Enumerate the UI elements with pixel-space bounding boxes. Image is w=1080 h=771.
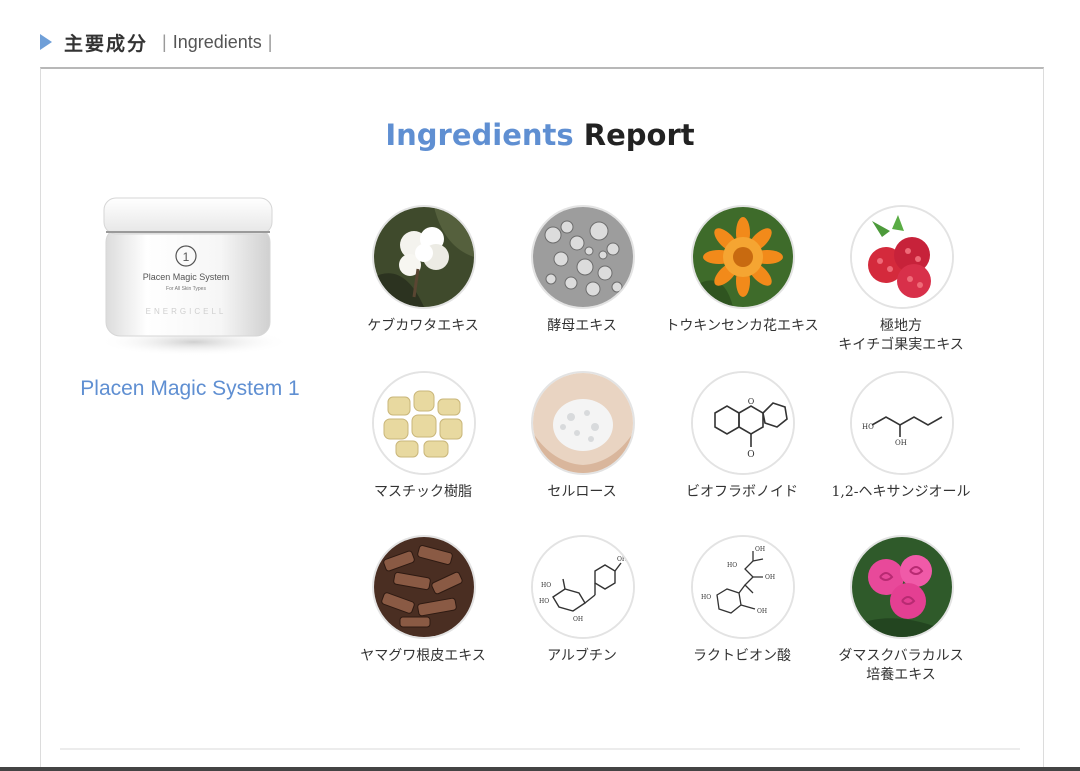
ingredient-item: ヤマグワ根皮エキス	[338, 535, 508, 685]
svg-text:HO: HO	[539, 598, 549, 605]
ingredient-item: HO HO OH OH アルブチン	[497, 535, 667, 685]
title-separator: |	[162, 31, 167, 52]
hexanediol-structure-icon: HO OH	[850, 371, 954, 475]
section-header: 主要成分 | Ingredients |	[40, 26, 278, 58]
svg-text:OH: OH	[765, 574, 775, 581]
svg-text:OH: OH	[757, 608, 767, 615]
ingredient-label: 極地方 キイチゴ果実エキス	[838, 318, 964, 353]
bioflavonoid-structure-icon: O O	[691, 371, 795, 475]
ingredient-label: ダマスクバラカルス 培養エキス	[838, 648, 964, 683]
cellulose-image	[531, 371, 635, 475]
svg-text:HO: HO	[727, 562, 737, 569]
report-title-accent: Ingredients	[385, 118, 574, 152]
section-title: 主要成分	[64, 32, 149, 55]
bottom-bar	[0, 767, 1080, 771]
cotton-image	[372, 205, 476, 309]
svg-text:OH: OH	[573, 616, 583, 623]
ingredient-item: O O ビオフラボノイド	[657, 371, 827, 521]
bottom-divider	[60, 748, 1020, 750]
ingredient-item: マスチック樹脂	[338, 371, 508, 521]
ingredient-item: HO OH 1,2-ヘキサンジオール	[816, 371, 986, 521]
svg-text:HO: HO	[701, 594, 711, 601]
arbutin-structure-icon: HO HO OH OH	[531, 535, 635, 639]
jar-number: 1	[183, 250, 190, 264]
calendula-image	[691, 205, 795, 309]
svg-text:OH: OH	[895, 439, 907, 447]
report-title-rest: Report	[583, 118, 695, 152]
product-name: Placen Magic System 1	[80, 377, 300, 400]
ingredient-item: トウキンセンカ花エキス	[657, 205, 827, 355]
section-subtitle: Ingredients	[172, 31, 262, 52]
svg-text:OH: OH	[755, 546, 765, 553]
svg-text:HO: HO	[541, 582, 551, 589]
title-separator-end: |	[267, 31, 273, 52]
ingredient-item: ケブカワタエキス	[338, 205, 508, 355]
svg-text:OH: OH	[617, 556, 627, 563]
svg-text:O: O	[747, 450, 754, 460]
ingredient-label: 1,2-ヘキサンジオール	[831, 484, 971, 500]
ingredient-item: OH HO OH HO OH ラクトビオン酸	[657, 535, 827, 685]
mastic-resin-image	[372, 371, 476, 475]
jar-brand: ENERGICELL	[146, 307, 227, 316]
svg-text:HO: HO	[862, 423, 874, 431]
report-title: Ingredients Report	[0, 118, 1080, 152]
jar-sublabel: For All Skin Types	[166, 286, 206, 292]
triangle-bullet-icon	[40, 34, 52, 50]
mulberry-bark-image	[372, 535, 476, 639]
ingredient-item: 極地方 キイチゴ果実エキス	[816, 205, 986, 355]
damask-rose-image	[850, 535, 954, 639]
ingredient-item: ダマスクバラカルス 培養エキス	[816, 535, 986, 685]
svg-text:O: O	[748, 397, 755, 406]
yeast-image	[531, 205, 635, 309]
product-image: 1 Placen Magic System For All Skin Types…	[96, 190, 290, 360]
raspberry-image	[850, 205, 954, 309]
jar-label: Placen Magic System	[143, 272, 230, 282]
ingredient-item: 酵母エキス	[497, 205, 667, 355]
lactobionic-acid-structure-icon: OH HO OH HO OH	[691, 535, 795, 639]
ingredient-item: セルロース	[497, 371, 667, 521]
